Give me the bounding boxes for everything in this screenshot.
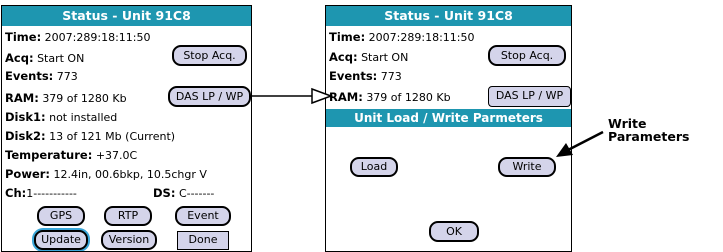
annotation-arrows <box>252 87 604 157</box>
transition-arrow <box>252 87 334 105</box>
callout-arrow <box>556 130 604 157</box>
